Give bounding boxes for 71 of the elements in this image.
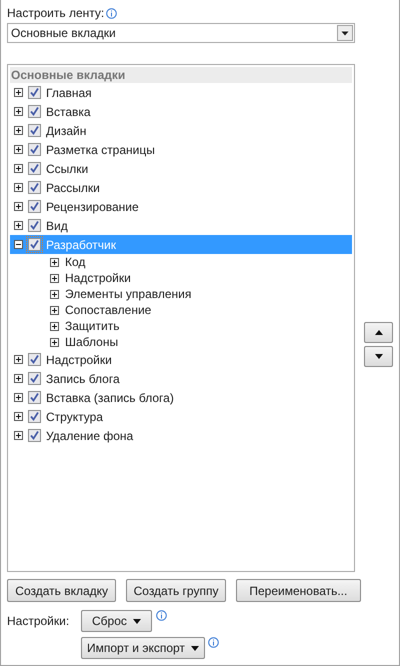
checkbox[interactable] bbox=[28, 162, 41, 175]
tree-item[interactable]: Дизайн bbox=[10, 121, 352, 140]
tree-item[interactable]: Вставка (запись блога) bbox=[10, 388, 352, 407]
checkbox[interactable] bbox=[28, 391, 41, 404]
checkbox[interactable] bbox=[28, 200, 41, 213]
tree-item[interactable]: Структура bbox=[10, 407, 352, 426]
checkbox[interactable] bbox=[28, 372, 41, 385]
tree-item[interactable]: Надстройки bbox=[10, 270, 352, 286]
tree-item[interactable]: Главная bbox=[10, 83, 352, 102]
tree-item[interactable]: Вставка bbox=[10, 102, 352, 121]
collapse-icon[interactable] bbox=[14, 240, 23, 249]
expand-icon[interactable] bbox=[50, 258, 59, 266]
checkbox[interactable] bbox=[28, 410, 41, 423]
tree-item[interactable]: Элементы управления bbox=[10, 286, 352, 302]
info-icon bbox=[106, 8, 118, 18]
toolbar-button[interactable]: Создать вкладку bbox=[7, 579, 116, 602]
info-icon bbox=[208, 637, 219, 648]
checkbox[interactable] bbox=[28, 238, 41, 251]
tree-item[interactable]: Код bbox=[10, 254, 352, 270]
tree-item[interactable]: Разметка страницы bbox=[10, 140, 352, 159]
tabs-dropdown[interactable]: Основные вкладки bbox=[7, 23, 355, 43]
expand-icon[interactable] bbox=[14, 126, 23, 135]
tree-item[interactable]: Запись блога bbox=[10, 369, 352, 388]
tree-item[interactable]: Сопоставление bbox=[10, 302, 352, 318]
expand-icon[interactable] bbox=[14, 374, 23, 383]
expand-icon[interactable] bbox=[50, 274, 59, 282]
expand-icon[interactable] bbox=[50, 338, 59, 346]
checkbox[interactable] bbox=[28, 86, 41, 99]
tree-item[interactable]: Удаление фона bbox=[10, 426, 352, 445]
expand-icon[interactable] bbox=[14, 88, 23, 97]
toolbar-button[interactable]: Создать группу bbox=[126, 579, 226, 602]
move-up-button[interactable] bbox=[364, 322, 393, 343]
expand-icon[interactable] bbox=[14, 355, 23, 364]
settings-label: Настройки: bbox=[7, 613, 70, 630]
expand-icon[interactable] bbox=[14, 183, 23, 192]
expand-icon[interactable] bbox=[14, 164, 23, 173]
expand-icon[interactable] bbox=[50, 290, 59, 298]
tree-item[interactable]: Шаблоны bbox=[10, 334, 352, 350]
tree-item[interactable]: Надстройки bbox=[10, 350, 352, 369]
expand-icon[interactable] bbox=[14, 221, 23, 230]
tree-item[interactable]: Вид bbox=[10, 216, 352, 235]
expand-icon[interactable] bbox=[14, 393, 23, 402]
move-down-button[interactable] bbox=[364, 346, 393, 367]
expand-icon[interactable] bbox=[14, 412, 23, 421]
reset-button[interactable]: Сброс bbox=[81, 610, 152, 632]
info-icon bbox=[156, 610, 167, 621]
tree-item[interactable]: Ссылки bbox=[10, 159, 352, 178]
checkbox[interactable] bbox=[28, 181, 41, 194]
tree-header: Основные вкладки bbox=[10, 67, 352, 83]
expand-icon[interactable] bbox=[50, 306, 59, 314]
checkbox[interactable] bbox=[28, 143, 41, 156]
expand-icon[interactable] bbox=[14, 202, 23, 211]
caret-icon bbox=[190, 646, 199, 650]
tree-item[interactable]: Рассылки bbox=[10, 178, 352, 197]
tree-item[interactable]: Защитить bbox=[10, 318, 352, 334]
checkbox[interactable] bbox=[28, 105, 41, 118]
checkbox[interactable] bbox=[28, 219, 41, 232]
tree-item[interactable]: Рецензирование bbox=[10, 197, 352, 216]
down-triangle-icon bbox=[374, 354, 382, 359]
checkbox[interactable] bbox=[28, 429, 41, 442]
expand-icon[interactable] bbox=[14, 145, 23, 154]
import-export-button[interactable]: Импорт и экспорт bbox=[81, 637, 205, 659]
expand-icon[interactable] bbox=[14, 431, 23, 440]
caret-icon bbox=[132, 618, 141, 624]
up-triangle-icon bbox=[374, 330, 382, 335]
expand-icon[interactable] bbox=[50, 322, 59, 330]
checkbox[interactable] bbox=[28, 124, 41, 137]
expand-icon[interactable] bbox=[14, 107, 23, 116]
customize-label: Настроить ленту: bbox=[7, 5, 104, 22]
toolbar-button[interactable]: Переименовать... bbox=[236, 579, 361, 602]
checkbox[interactable] bbox=[28, 353, 41, 366]
